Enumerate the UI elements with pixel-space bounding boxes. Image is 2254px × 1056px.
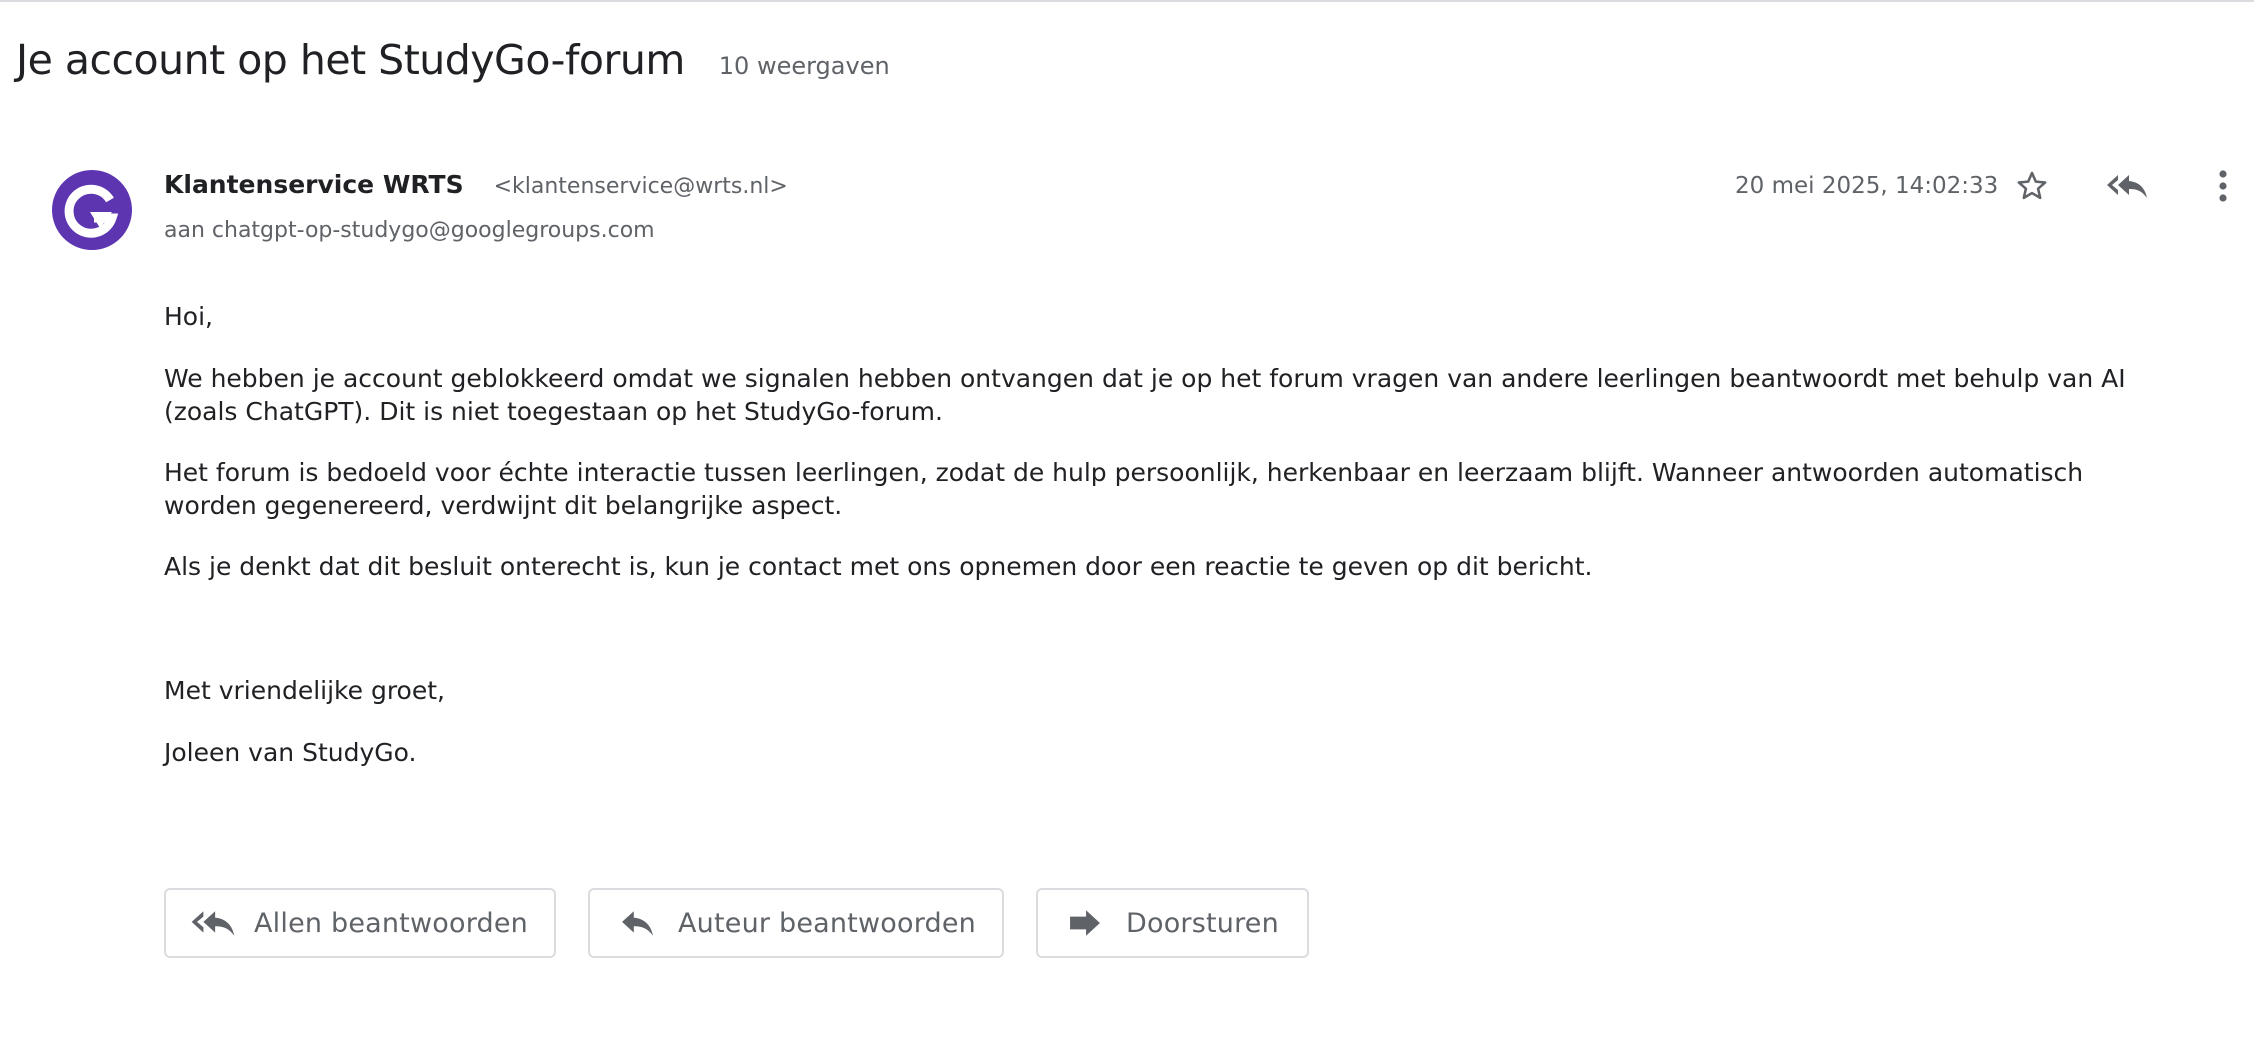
body-paragraph: Als je denkt dat dit besluit onterecht i…	[164, 552, 1593, 581]
reply-action-button[interactable]: Auteur beantwoorden	[588, 888, 1004, 958]
top-divider	[0, 0, 2254, 2]
recipient-line: aan chatgpt-op-studygo@googlegroups.com	[164, 218, 655, 243]
reply-all-button[interactable]	[2104, 166, 2150, 206]
forward-icon	[1060, 907, 1110, 939]
body-paragraph: We hebben je account geblokkeerd omdat w…	[164, 364, 2126, 426]
reply-label: Auteur beantwoorden	[678, 907, 976, 939]
body-paragraph: Het forum is bedoeld voor échte interact…	[164, 458, 2084, 520]
avatar-g-logo-icon	[64, 184, 119, 238]
sender-email[interactable]: <klantenservice@wrts.nl>	[494, 174, 788, 199]
sender-line: Klantenservice WRTS <klantenservice@wrts…	[164, 170, 788, 199]
reply-all-icon	[188, 907, 238, 939]
star-icon	[2017, 171, 2047, 200]
greeting: Hoi,	[164, 302, 213, 331]
closing: Met vriendelijke groet,	[164, 676, 445, 705]
avatar[interactable]	[52, 170, 132, 250]
thread-header: Je account op het StudyGo-forum 10 weerg…	[16, 36, 890, 84]
message-date: 20 mei 2025, 14:02:33	[1735, 173, 1999, 199]
more-options-button[interactable]	[2208, 166, 2238, 206]
thread-subject: Je account op het StudyGo-forum	[16, 36, 685, 84]
view-count: 10 weergaven	[718, 52, 890, 80]
reply-all-icon	[2107, 175, 2147, 198]
sender-name[interactable]: Klantenservice WRTS	[164, 170, 464, 199]
forward-label: Doorsturen	[1126, 907, 1279, 939]
more-vert-icon	[2219, 170, 2227, 202]
forward-action-button[interactable]: Doorsturen	[1036, 888, 1309, 958]
signature: Joleen van StudyGo.	[164, 738, 417, 767]
reply-icon	[612, 907, 662, 939]
reply-all-label: Allen beantwoorden	[254, 907, 528, 939]
reply-all-action-button[interactable]: Allen beantwoorden	[164, 888, 556, 958]
star-button[interactable]	[2012, 166, 2052, 206]
